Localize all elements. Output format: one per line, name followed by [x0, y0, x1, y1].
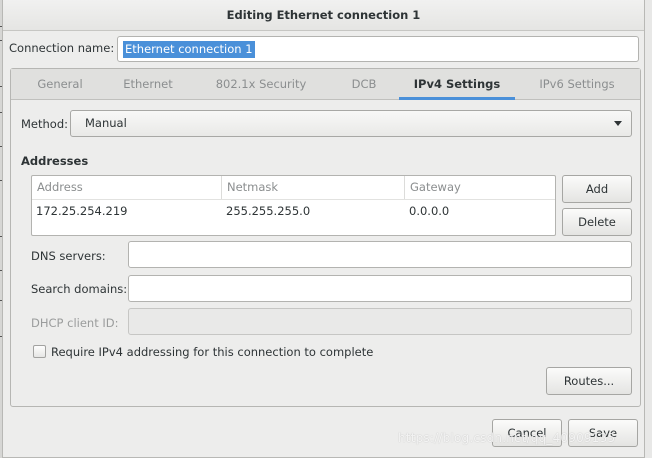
tab-general[interactable]: General — [17, 69, 103, 100]
method-dropdown[interactable]: Manual — [70, 110, 632, 137]
method-value: Manual — [85, 116, 127, 130]
dialog-title: Editing Ethernet connection 1 — [226, 8, 421, 22]
tab-dcb[interactable]: DCB — [329, 69, 399, 100]
delete-address-button[interactable]: Delete — [562, 208, 632, 236]
edit-connection-dialog: Editing Ethernet connection 1 Connection… — [2, 0, 645, 458]
dhcp-client-id-input — [128, 308, 632, 335]
method-label: Method: — [21, 117, 69, 131]
search-domains-input[interactable] — [128, 275, 632, 302]
addresses-heading: Addresses — [21, 154, 89, 168]
checkbox-icon[interactable] — [33, 345, 46, 358]
tab-ethernet[interactable]: Ethernet — [103, 69, 193, 100]
gateway-cell[interactable]: 0.0.0.0 — [409, 200, 449, 222]
addresses-table[interactable]: Address Netmask Gateway 172.25.254.219 2… — [31, 175, 556, 236]
column-divider — [221, 176, 222, 199]
connection-name-label: Connection name: — [9, 41, 115, 55]
connection-name-value: Ethernet connection 1 — [123, 41, 255, 58]
column-header-gateway[interactable]: Gateway — [410, 176, 461, 199]
tab-8021x-security[interactable]: 802.1x Security — [193, 69, 329, 100]
cancel-button[interactable]: Cancel — [492, 419, 562, 447]
dhcp-client-id-label: DHCP client ID: — [31, 316, 119, 330]
dns-servers-input[interactable] — [128, 241, 632, 268]
tab-bar: General Ethernet 802.1x Security DCB IPv… — [11, 69, 640, 100]
routes-button[interactable]: Routes... — [546, 367, 632, 395]
search-domains-label: Search domains: — [31, 282, 128, 296]
settings-notebook: General Ethernet 802.1x Security DCB IPv… — [10, 68, 641, 407]
column-header-address[interactable]: Address — [37, 176, 83, 199]
tab-ipv4-settings[interactable]: IPv4 Settings — [399, 69, 515, 100]
add-address-button[interactable]: Add — [562, 175, 632, 203]
column-divider — [404, 176, 405, 199]
netmask-cell[interactable]: 255.255.255.0 — [226, 200, 310, 222]
connection-name-input[interactable]: Ethernet connection 1 — [117, 36, 639, 62]
save-button[interactable]: Save — [568, 419, 638, 447]
tab-ipv6-settings[interactable]: IPv6 Settings — [519, 69, 635, 100]
address-cell[interactable]: 172.25.254.219 — [36, 200, 127, 222]
chevron-down-icon — [614, 121, 622, 126]
dns-servers-label: DNS servers: — [31, 249, 106, 263]
column-header-netmask[interactable]: Netmask — [227, 176, 278, 199]
dialog-titlebar[interactable]: Editing Ethernet connection 1 — [3, 0, 644, 31]
require-ipv4-label[interactable]: Require IPv4 addressing for this connect… — [51, 345, 373, 359]
